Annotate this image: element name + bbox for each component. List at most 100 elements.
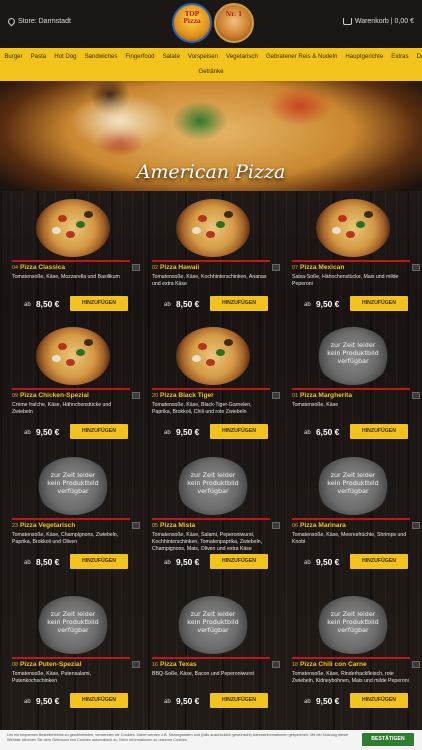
brand-logo-nr1[interactable]: Nr. 1 [214, 3, 254, 43]
product-price: 9,50 € [36, 696, 60, 706]
add-to-cart-button[interactable]: HINZUFÜGEN [350, 693, 408, 708]
nav-item-salate[interactable]: Salate [159, 52, 184, 61]
allergen-info-icon[interactable] [272, 522, 280, 529]
nav-item-vorspeisen[interactable]: Vorspeisen [184, 52, 222, 61]
product-description: Tomatensoße, Käse, Meeresfrüchte, Shrimp… [292, 532, 407, 545]
add-to-cart-button[interactable]: HINZUFÜGEN [210, 554, 268, 569]
add-to-cart-button[interactable]: HINZUFÜGEN [70, 693, 128, 708]
allergen-info-icon[interactable] [412, 392, 420, 399]
cookie-confirm-button[interactable]: BESTÄTIGEN [362, 733, 414, 746]
nav-item-hot-dog[interactable]: Hot Dog [50, 52, 80, 61]
nav-item-vegetarisch[interactable]: Vegetarisch [222, 52, 262, 61]
product-name: Pizza Texas [160, 661, 197, 668]
price-prefix: ab [24, 560, 31, 566]
product-description: Tomatensoße, Käse, Black-Tiger-Garnelen,… [152, 402, 252, 415]
product-title[interactable]: 23 Pizza Vegetarisch [12, 522, 75, 529]
nav-item-gebratener-reis-nudeln[interactable]: Gebratener Reis & Nudeln [262, 52, 341, 61]
topping [84, 211, 93, 218]
product-image-placeholder[interactable]: zur Zeit leider kein Produktbild verfügbar [316, 457, 390, 515]
product-title[interactable]: 04 Pizza Classica [12, 264, 65, 271]
product-image-placeholder[interactable]: zur Zeit leider kein Produktbild verfügbar [176, 457, 250, 515]
product-card: zur Zeit leider kein Produktbild verfügbar… [12, 596, 140, 731]
product-title[interactable]: 01 Pizza Margherita [292, 392, 352, 399]
product-description: Tomatensoße, Käse, Kochhinterschinken, A… [152, 274, 267, 287]
add-to-cart-button[interactable]: HINZUFÜGEN [350, 296, 408, 311]
divider [292, 657, 410, 659]
topping [76, 221, 85, 228]
store-selector[interactable]: Store: Darmstadt [6, 16, 71, 27]
nav-item-burger[interactable]: Burger [0, 52, 26, 61]
add-to-cart-button[interactable]: HINZUFÜGEN [210, 424, 268, 439]
allergen-info-icon[interactable] [412, 522, 420, 529]
product-number: 20 [152, 393, 158, 399]
category-nav: PizzaBurgerPastaHot DogSandwichesFingerf… [0, 48, 422, 81]
product-name: Pizza Classica [20, 264, 66, 271]
product-image-placeholder[interactable]: zur Zeit leider kein Produktbild verfügbar [316, 327, 390, 385]
allergen-info-icon[interactable] [132, 392, 140, 399]
nav-item-extras[interactable]: Extras [387, 52, 412, 61]
product-title[interactable]: 05 Pizza Mista [152, 522, 195, 529]
product-title[interactable]: 16 Pizza Texas [152, 661, 197, 668]
product-image[interactable] [176, 327, 250, 385]
product-image[interactable] [36, 327, 110, 385]
allergen-info-icon[interactable] [272, 661, 280, 668]
placeholder-line: zur Zeit leider [330, 610, 376, 618]
product-price: 9,50 € [316, 299, 340, 309]
placeholder-line: verfügbar [57, 487, 89, 495]
product-title[interactable]: 09 Pizza Chicken-Spezial [12, 392, 89, 399]
nav-item-desserts[interactable]: Desserts [413, 52, 422, 61]
allergen-info-icon[interactable] [412, 661, 420, 668]
allergen-info-icon[interactable] [412, 264, 420, 271]
placeholder-text: zur Zeit leider kein Produktbild verfügbar [36, 610, 110, 634]
product-image-placeholder[interactable]: zur Zeit leider kein Produktbild verfügbar [36, 596, 110, 654]
product-title[interactable]: 20 Pizza Black Tiger [152, 392, 214, 399]
product-title[interactable]: 02 Pizza Hawaii [152, 264, 199, 271]
nav-item-sandwiches[interactable]: Sandwiches [81, 52, 122, 61]
product-description: Tomatensoße, Käse, Champignons, Zwiebeln… [12, 532, 119, 545]
add-to-cart-button[interactable]: HINZUFÜGEN [210, 693, 268, 708]
allergen-info-icon[interactable] [132, 661, 140, 668]
brand-logo-top-pizza[interactable]: TOP Pizza [172, 3, 212, 43]
nav-item-pasta[interactable]: Pasta [27, 52, 51, 61]
divider [152, 260, 270, 262]
product-card: 04 Pizza Classica Tomatensoße, Käse, Mozza… [12, 199, 140, 334]
nav-item-getraenke[interactable]: Getränke [194, 67, 227, 76]
add-to-cart-button[interactable]: HINZUFÜGEN [350, 424, 408, 439]
product-title[interactable]: 06 Pizza Marinara [292, 522, 346, 529]
product-image[interactable] [36, 199, 110, 257]
product-number: 05 [152, 523, 158, 529]
cart-link[interactable]: Warenkorb | 0,00 € [342, 18, 414, 25]
product-description: Tomatensoße, Käse, Mozzarella und Basili… [12, 274, 120, 280]
product-image[interactable] [316, 199, 390, 257]
allergen-info-icon[interactable] [272, 264, 280, 271]
product-title[interactable]: 08 Pizza Puten-Spezial [12, 661, 82, 668]
nav-item-fingerfood[interactable]: Fingerfood [121, 52, 158, 61]
nav-item-hauptgerichte[interactable]: Hauptgerichte [341, 52, 387, 61]
cart-label: Warenkorb | 0,00 € [354, 18, 414, 25]
product-title[interactable]: 18 Pizza Chili con Carne [292, 661, 367, 668]
product-number: 06 [292, 523, 298, 529]
store-label: Store: Darmstadt [18, 18, 71, 25]
topping [52, 355, 61, 362]
location-pin-icon [6, 16, 17, 27]
product-number: 23 [12, 523, 18, 529]
logo-text: TOP Pizza [183, 11, 201, 25]
add-to-cart-button[interactable]: HINZUFÜGEN [70, 424, 128, 439]
add-to-cart-button[interactable]: HINZUFÜGEN [210, 296, 268, 311]
product-title[interactable]: 07 Pizza Mexican [292, 264, 344, 271]
product-card: 09 Pizza Chicken-Spezial Crème fraîche, Kä… [12, 327, 140, 462]
product-image[interactable] [176, 199, 250, 257]
allergen-info-icon[interactable] [132, 522, 140, 529]
add-to-cart-button[interactable]: HINZUFÜGEN [70, 554, 128, 569]
allergen-info-icon[interactable] [272, 392, 280, 399]
allergen-info-icon[interactable] [132, 264, 140, 271]
product-image-placeholder[interactable]: zur Zeit leider kein Produktbild verfügbar [316, 596, 390, 654]
topping [364, 211, 373, 218]
placeholder-line: kein Produktbild [327, 349, 379, 357]
product-number: 02 [152, 265, 158, 271]
product-image-placeholder[interactable]: zur Zeit leider kein Produktbild verfügbar [36, 457, 110, 515]
add-to-cart-button[interactable]: HINZUFÜGEN [350, 554, 408, 569]
top-bar: Store: Darmstadt TOP Pizza Nr. 1 Warenko… [0, 0, 422, 48]
product-image-placeholder[interactable]: zur Zeit leider kein Produktbild verfügbar [176, 596, 250, 654]
add-to-cart-button[interactable]: HINZUFÜGEN [70, 296, 128, 311]
